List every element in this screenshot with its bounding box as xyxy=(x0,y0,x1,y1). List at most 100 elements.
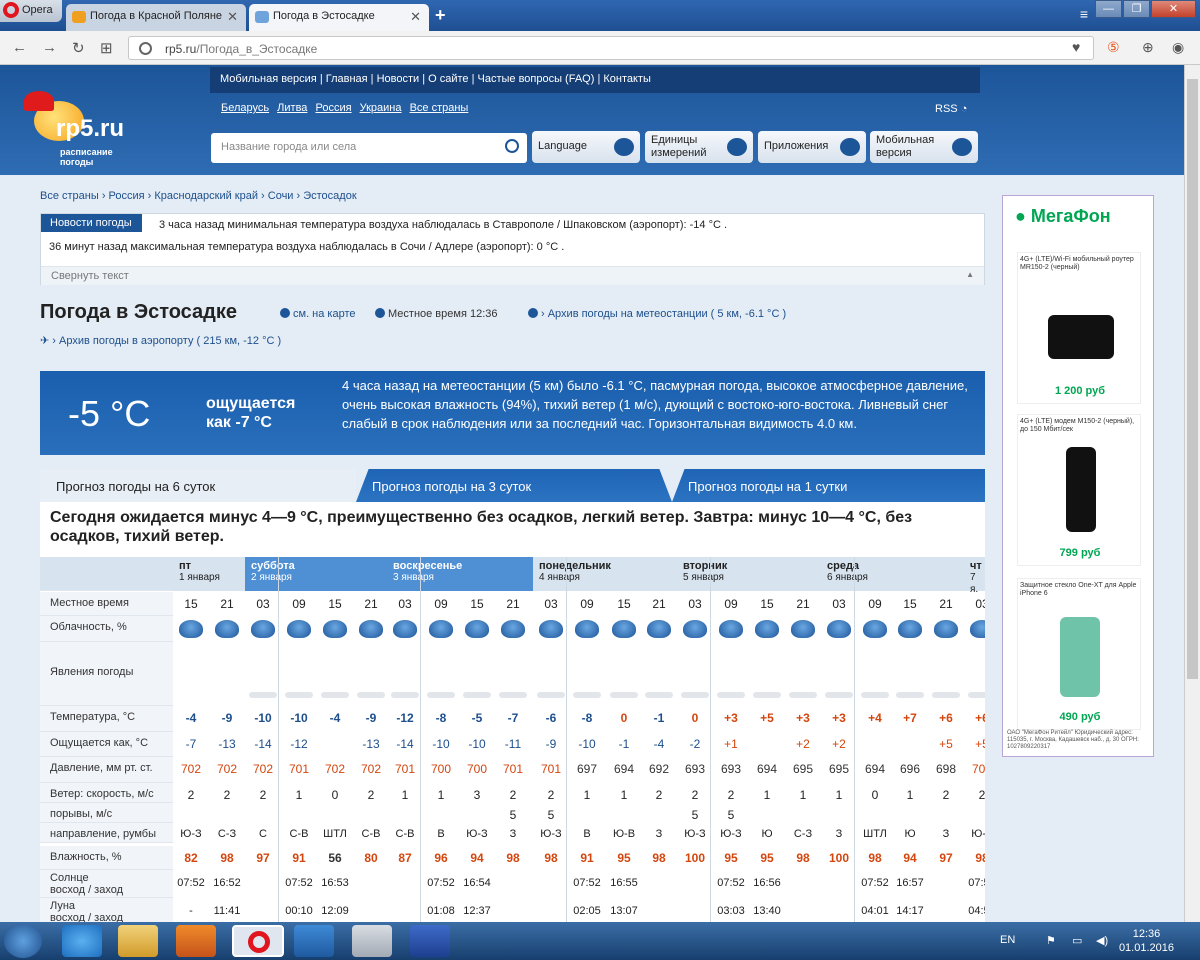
cell-dir: С-З xyxy=(217,828,237,840)
page-scrollbar[interactable] xyxy=(1184,65,1200,922)
cell-hum: 98 xyxy=(975,851,985,865)
day-separator xyxy=(710,557,711,922)
cell-temp: -12 xyxy=(396,711,414,725)
cell-times: 21 xyxy=(220,597,234,611)
tab-krasnaya-polyana[interactable]: Погода в Красной Поляне ✕ xyxy=(66,4,246,31)
tab-forecast-6-days[interactable]: Прогноз погоды на 6 суток xyxy=(40,469,356,502)
start-button-icon[interactable] xyxy=(4,924,42,958)
tab-label: Погода в Красной Поляне xyxy=(90,10,223,22)
cloud-icon xyxy=(429,620,453,638)
mobile-version-button[interactable]: Мобильная версия xyxy=(870,131,978,163)
outlook-icon[interactable] xyxy=(294,925,334,957)
tab-menu-icon[interactable]: ≡ xyxy=(1080,6,1088,22)
speed-dial-icon[interactable]: ⊞ xyxy=(100,39,113,57)
opera-menu-button[interactable]: Opera xyxy=(0,0,62,22)
site-info-icon[interactable] xyxy=(139,42,152,55)
account-icon[interactable]: ◉ xyxy=(1172,39,1184,56)
cell-dir: С xyxy=(259,828,267,840)
day-name: понедельник xyxy=(539,560,611,572)
opera-taskbar-icon[interactable] xyxy=(232,925,284,957)
cell-press: 700 xyxy=(466,762,488,776)
cell-times: 21 xyxy=(652,597,666,611)
language-indicator[interactable]: EN xyxy=(1000,934,1015,946)
day-header: суббота 2 января xyxy=(245,557,387,591)
tray-flag-icon[interactable]: ⚑ xyxy=(1046,934,1056,947)
minimize-icon[interactable]: — xyxy=(1095,0,1122,18)
new-tab-icon[interactable]: + xyxy=(435,5,446,26)
window-close-icon[interactable]: ✕ xyxy=(1151,0,1196,18)
cell-temp: -5 xyxy=(471,711,483,725)
city-search-input[interactable]: Название города или села xyxy=(211,133,527,163)
cell-press: 701 xyxy=(394,762,416,776)
reload-icon[interactable]: ↻ xyxy=(72,39,85,57)
logo-subtitle: расписание погоды xyxy=(60,147,113,167)
cell-wind: 1 xyxy=(835,788,843,802)
country-links: Беларусь Литва Россия Украина Все страны xyxy=(221,102,473,114)
language-button[interactable]: Language xyxy=(532,131,640,163)
tray-volume-icon[interactable]: ◀) xyxy=(1096,934,1108,947)
link-lithuania[interactable]: Литва xyxy=(277,102,307,114)
collapse-text-button[interactable]: Свернуть текст ▲ xyxy=(41,266,984,285)
tab-forecast-3-days[interactable]: Прогноз погоды на 3 суток xyxy=(356,469,672,502)
cell-times: 03 xyxy=(256,597,270,611)
html5-icon[interactable]: ⑤ xyxy=(1107,39,1120,56)
breadcrumb[interactable]: Все страны › Россия › Краснодарский край… xyxy=(40,190,357,202)
close-tab-icon[interactable]: ✕ xyxy=(410,9,421,25)
link-ukraine[interactable]: Украина xyxy=(360,102,402,114)
media-player-icon[interactable] xyxy=(176,925,216,957)
cloud-icon xyxy=(755,620,779,638)
cell-feels: +2 xyxy=(796,737,810,751)
megafon-ad[interactable]: ● МегаФон 4G+ (LTE)/Wi-Fi мобильный роут… xyxy=(1002,195,1154,757)
bookmark-heart-icon[interactable]: ♥ xyxy=(1072,39,1080,55)
calculator-icon[interactable] xyxy=(352,925,392,957)
rp5-logo[interactable]: rp5.ru расписание погоды xyxy=(22,87,152,169)
ad-card-router[interactable]: 4G+ (LTE)/Wi-Fi мобильный роутер MR150-2… xyxy=(1017,252,1141,404)
map-link[interactable]: см. на карте xyxy=(280,308,356,320)
download-icon[interactable]: ⊕ xyxy=(1142,39,1154,56)
rss-link[interactable]: RSS ◔ xyxy=(935,103,967,115)
ad-card-glass[interactable]: Защитное стекло One-XT для Apple iPhone … xyxy=(1017,578,1141,730)
file-explorer-icon[interactable] xyxy=(118,925,158,957)
cell-press: 700 xyxy=(971,762,985,776)
ad-price: 799 руб xyxy=(1059,547,1101,559)
station-archive-link[interactable]: › Архив погоды на метеостанции ( 5 км, -… xyxy=(528,308,786,320)
scrollbar-thumb[interactable] xyxy=(1187,79,1198,679)
link-all-countries[interactable]: Все страны xyxy=(410,102,469,114)
cell-gust: 5 xyxy=(691,808,699,822)
cell-moon: 14:17 xyxy=(896,905,924,917)
tab-estosadok[interactable]: Погода в Эстосадке ✕ xyxy=(249,4,429,31)
maximize-icon[interactable]: ❐ xyxy=(1123,0,1150,18)
url-input[interactable]: rp5.ru/Погода_в_Эстосадке xyxy=(128,36,1094,60)
link-russia[interactable]: Россия xyxy=(315,102,351,114)
tab-forecast-1-day[interactable]: Прогноз погоды на 1 сутки xyxy=(672,469,985,502)
close-tab-icon[interactable]: ✕ xyxy=(227,9,238,25)
tray-network-icon[interactable]: ▭ xyxy=(1072,934,1082,947)
cell-wind: 1 xyxy=(799,788,807,802)
cloud-icon xyxy=(359,620,383,638)
apps-button[interactable]: Приложения xyxy=(758,131,866,163)
phenomena-bar xyxy=(357,692,385,698)
cloud-icon xyxy=(791,620,815,638)
cloud-icon xyxy=(827,620,851,638)
cell-gust: 5 xyxy=(509,808,517,822)
news-line-2: 36 минут назад максимальная температура … xyxy=(49,241,565,253)
ad-card-modem[interactable]: 4G+ (LTE) модем M150-2 (черный), до 150 … xyxy=(1017,414,1141,566)
cell-wind: 2 xyxy=(509,788,517,802)
ad-footer: ОАО "МегаФон Ритейл" Юридический адрес: … xyxy=(1007,730,1139,750)
cell-feels: -13 xyxy=(218,737,236,751)
forward-icon[interactable]: → xyxy=(42,39,57,56)
megafon-logo: ● МегаФон xyxy=(1015,206,1111,227)
cell-wind: 2 xyxy=(978,788,985,802)
back-icon[interactable]: ← xyxy=(12,39,27,56)
taskbar-clock[interactable]: 12:36 01.01.2016 xyxy=(1119,927,1174,955)
cloud-icon xyxy=(215,620,239,638)
save-disk-icon[interactable] xyxy=(410,925,450,957)
airport-archive-link[interactable]: ✈ › Архив погоды в аэропорту ( 215 км, -… xyxy=(40,334,281,347)
link-belarus[interactable]: Беларусь xyxy=(221,102,269,114)
units-button[interactable]: Единицы измерений xyxy=(645,131,753,163)
search-icon[interactable] xyxy=(505,139,519,153)
top-menu[interactable]: Мобильная версия | Главная | Новости | О… xyxy=(210,67,980,93)
cell-times: 21 xyxy=(506,597,520,611)
internet-explorer-icon[interactable] xyxy=(62,925,102,957)
cloud-icon xyxy=(539,620,563,638)
